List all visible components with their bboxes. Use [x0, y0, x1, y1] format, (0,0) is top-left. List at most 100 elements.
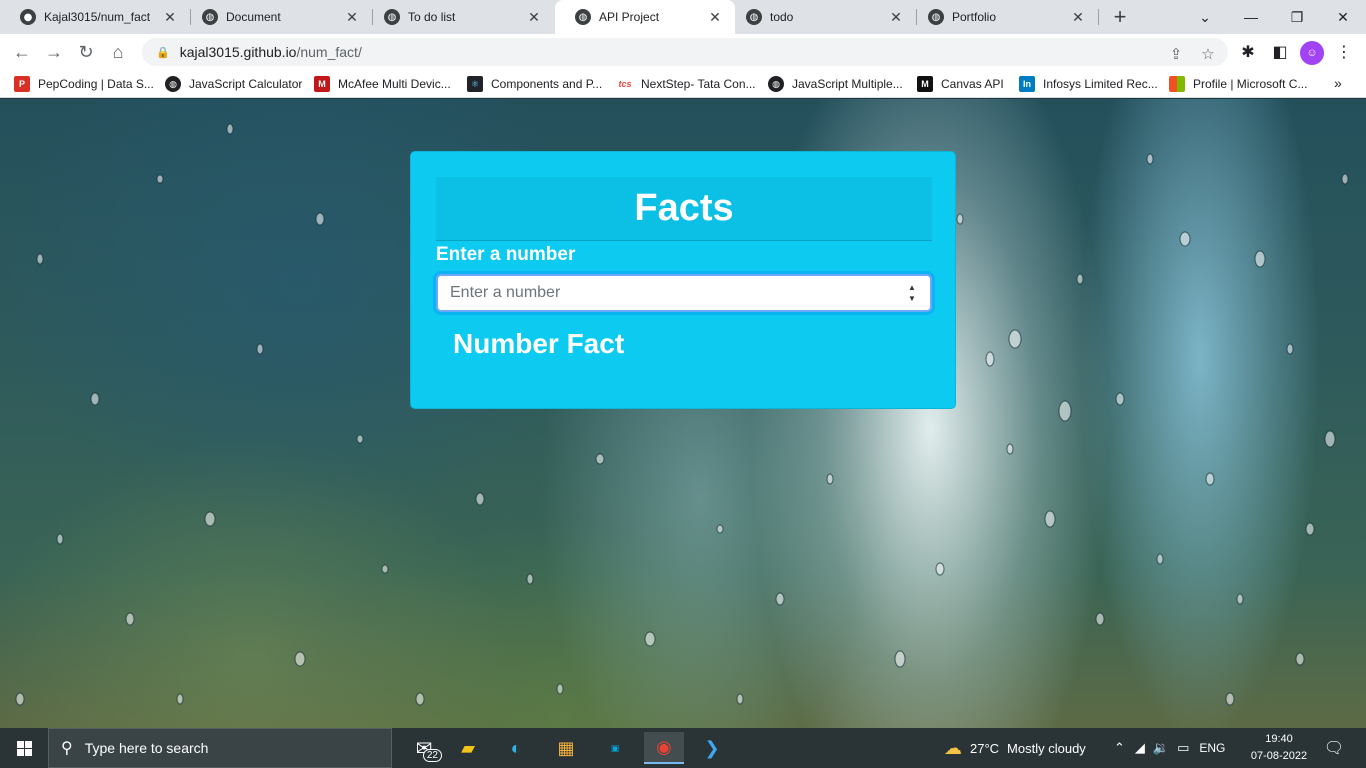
- number-fact-heading: Number Fact: [453, 328, 625, 359]
- edge-browser-icon[interactable]: ◐: [496, 732, 536, 764]
- bookmark-nextstep-tcs[interactable]: tcs NextStep- Tata Con...: [617, 75, 756, 93]
- stepper-up-icon[interactable]: ▲: [908, 283, 916, 292]
- mdn-icon: M: [917, 76, 933, 92]
- language-indicator[interactable]: ENG: [1199, 741, 1225, 755]
- bookmark-label: Canvas API: [941, 77, 1004, 91]
- home-icon[interactable]: ⌂: [104, 38, 132, 66]
- globe-icon: ◍: [202, 9, 218, 25]
- bookmarks-overflow-chevron-icon[interactable]: »: [1334, 75, 1342, 91]
- share-icon[interactable]: ⇪: [1164, 42, 1188, 66]
- browser-toolbar: ← → ↻ ⌂ 🔒 kajal3015.github.io/num_fact/ …: [0, 34, 1366, 70]
- close-icon[interactable]: ✕: [162, 9, 178, 25]
- bookmark-javascript-multiple[interactable]: ◍ JavaScript Multiple...: [768, 75, 903, 93]
- close-icon[interactable]: ✕: [344, 9, 360, 25]
- facts-card: Facts Enter a number ▲ ▼ Number Fact: [410, 151, 956, 409]
- close-icon[interactable]: ✕: [526, 9, 542, 25]
- number-input[interactable]: ▲ ▼: [436, 274, 932, 312]
- bookmark-label: Components and P...: [491, 77, 603, 91]
- bookmark-label: JavaScript Calculator: [189, 77, 303, 91]
- window-close-icon[interactable]: ✕: [1320, 0, 1366, 34]
- tab-title: API Project: [599, 10, 660, 24]
- address-bar[interactable]: 🔒 kajal3015.github.io/num_fact/ ⇪ ☆: [142, 38, 1228, 66]
- clock-time: 19:40: [1265, 733, 1293, 745]
- globe-icon: ◍: [575, 9, 591, 25]
- system-tray: ⌃ ◢ 🔉 ▭ ENG: [1114, 728, 1225, 768]
- mail-badge: 22: [422, 749, 442, 762]
- pepcoding-icon: P: [14, 76, 30, 92]
- close-icon[interactable]: ✕: [1070, 9, 1086, 25]
- globe-icon: ◍: [768, 76, 784, 92]
- bookmark-label: McAfee Multi Devic...: [338, 77, 451, 91]
- minimize-icon[interactable]: —: [1228, 0, 1274, 34]
- menu-kebab-icon[interactable]: ⋮: [1330, 38, 1358, 66]
- bookmark-microsoft-profile[interactable]: Profile | Microsoft C...: [1169, 75, 1307, 93]
- bookmark-infosys[interactable]: In Infosys Limited Rec...: [1019, 75, 1158, 93]
- bookmark-label: Profile | Microsoft C...: [1193, 77, 1308, 91]
- profile-avatar-icon[interactable]: ☺: [1300, 41, 1324, 65]
- stepper-down-icon[interactable]: ▼: [908, 294, 916, 303]
- clock[interactable]: 19:40 07-08-2022: [1244, 731, 1314, 765]
- tab-portfolio[interactable]: ◍ Portfolio ✕: [908, 0, 1098, 34]
- side-panel-icon[interactable]: ◧: [1266, 38, 1294, 66]
- clock-date: 07-08-2022: [1250, 750, 1308, 762]
- url-path: /num_fact/: [296, 44, 362, 60]
- restore-icon[interactable]: ❐: [1274, 0, 1320, 34]
- tab-to-do-list[interactable]: ◍ To do list ✕: [364, 0, 554, 34]
- reload-icon[interactable]: ↻: [72, 38, 100, 66]
- globe-icon: ◍: [165, 76, 181, 92]
- bookmark-canvas-api[interactable]: M Canvas API: [917, 75, 1004, 93]
- network-icon[interactable]: ◢: [1135, 740, 1145, 756]
- bookmark-label: JavaScript Multiple...: [792, 77, 903, 91]
- tab-title: todo: [770, 10, 794, 24]
- bookmark-label: PepCoding | Data S...: [38, 77, 154, 91]
- url-host: kajal3015.github.io: [179, 44, 297, 60]
- microsoft-store-icon[interactable]: ▦: [546, 732, 586, 764]
- cloud-sun-icon: ☁: [944, 737, 962, 758]
- tab-title: To do list: [408, 10, 456, 24]
- prime-video-icon[interactable]: ▣: [595, 732, 635, 764]
- chevron-up-icon[interactable]: ⌃: [1114, 740, 1125, 756]
- tab-document[interactable]: ◍ Document ✕: [182, 0, 372, 34]
- windows-taskbar: ⚲ Type here to search ✉ 22 ▰ ◐ ▦ ▣ ◉ ❯ ☁…: [0, 728, 1366, 768]
- number-input-field[interactable]: [438, 276, 898, 310]
- weather-widget[interactable]: ☁ 27°C Mostly cloudy: [944, 728, 1086, 768]
- tab-api-project[interactable]: ◍ API Project ✕: [555, 0, 735, 34]
- bookmark-star-icon[interactable]: ☆: [1196, 42, 1220, 66]
- tab-strip: ● Kajal3015/num_fact ✕ ◍ Document ✕ ◍ To…: [0, 0, 1366, 34]
- globe-icon: ◍: [746, 9, 762, 25]
- tab-kajal3015-num-fact[interactable]: ● Kajal3015/num_fact ✕: [0, 0, 190, 34]
- bookmark-javascript-calculator[interactable]: ◍ JavaScript Calculator: [165, 75, 302, 93]
- number-stepper[interactable]: ▲ ▼: [906, 283, 918, 303]
- card-title: Facts: [634, 187, 734, 229]
- close-icon[interactable]: ✕: [888, 9, 904, 25]
- bookmark-pepcoding[interactable]: P PepCoding | Data S...: [14, 75, 154, 93]
- close-icon[interactable]: ✕: [707, 9, 723, 25]
- mail-app-icon[interactable]: ✉ 22: [404, 732, 444, 764]
- taskbar-search[interactable]: ⚲ Type here to search: [48, 728, 392, 768]
- tab-todo[interactable]: ◍ todo ✕: [726, 0, 916, 34]
- new-tab-plus-icon[interactable]: +: [1108, 4, 1132, 30]
- bookmark-components[interactable]: ⚛ Components and P...: [467, 75, 602, 93]
- start-button[interactable]: [0, 728, 48, 768]
- bookmark-mcafee[interactable]: M McAfee Multi Devic...: [314, 75, 451, 93]
- tab-title: Portfolio: [952, 10, 997, 24]
- bookmark-label: NextStep- Tata Con...: [641, 77, 756, 91]
- github-icon: ●: [20, 9, 36, 25]
- volume-icon[interactable]: 🔉: [1153, 740, 1169, 756]
- notification-icon[interactable]: 🗨: [1322, 736, 1346, 760]
- vscode-icon[interactable]: ❯: [692, 732, 732, 764]
- page-viewport: Facts Enter a number ▲ ▼ Number Fact: [0, 99, 1366, 729]
- search-icon: ⚲: [61, 740, 73, 757]
- tcs-icon: tcs: [617, 76, 633, 92]
- forward-arrow-icon[interactable]: →: [40, 38, 68, 66]
- card-header: Facts: [436, 177, 932, 241]
- weather-text: Mostly cloudy: [1007, 740, 1086, 756]
- file-explorer-icon[interactable]: ▰: [448, 732, 488, 764]
- mcafee-icon: M: [314, 76, 330, 92]
- chrome-icon[interactable]: ◉: [644, 732, 684, 764]
- tab-search-chevron-icon[interactable]: ⌄: [1182, 0, 1228, 34]
- infosys-icon: In: [1019, 76, 1035, 92]
- extensions-puzzle-icon[interactable]: ✱: [1234, 38, 1262, 66]
- battery-icon[interactable]: ▭: [1177, 740, 1189, 756]
- back-arrow-icon[interactable]: ←: [8, 38, 36, 66]
